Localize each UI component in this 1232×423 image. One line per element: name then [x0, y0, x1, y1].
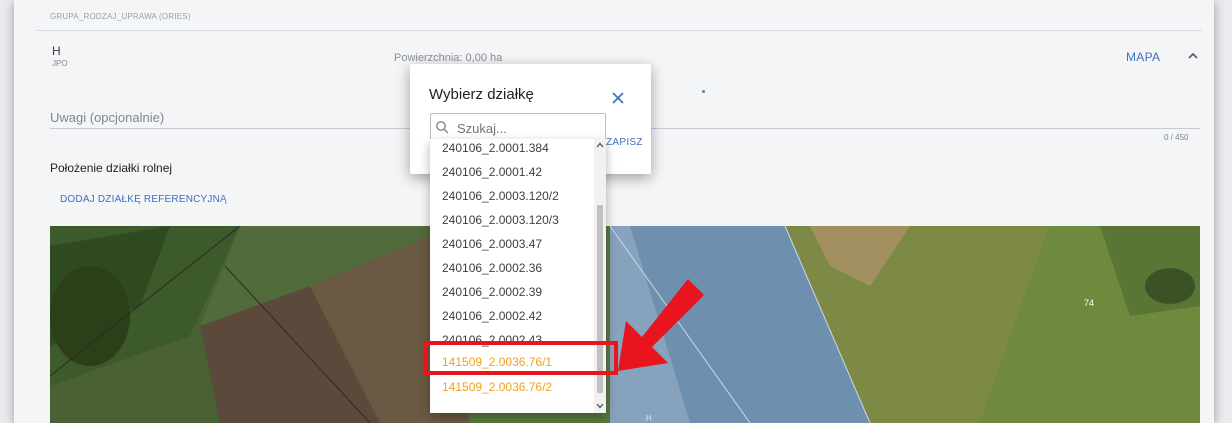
notes-field[interactable]: Uwagi (opcjonalnie) — [50, 110, 164, 125]
parcel-search[interactable] — [430, 113, 606, 141]
item-letter: H — [52, 44, 61, 58]
list-item[interactable]: 240106_2.0003.120/2 — [442, 185, 559, 207]
map-button[interactable]: MAPA — [1126, 50, 1160, 64]
list-item[interactable]: 240106_2.0002.39 — [442, 281, 542, 303]
search-input[interactable] — [455, 117, 604, 139]
divider — [36, 30, 1202, 31]
list-item[interactable]: 240106_2.0003.47 — [442, 233, 542, 255]
close-icon[interactable] — [610, 90, 626, 106]
search-icon — [436, 121, 449, 134]
chevron-up-icon[interactable] — [596, 141, 604, 149]
map-parcel-label: 74 — [1084, 298, 1095, 308]
area-text: Powierzchnia: 0,00 ha — [394, 52, 503, 64]
crop-group-label: GRUPA_RODZAJ_UPRAWA (ORIES) — [50, 12, 191, 21]
annotation-highlight-box — [423, 341, 618, 375]
dialog-title: Wybierz działkę — [429, 86, 534, 103]
map-parcel-label: H — [646, 414, 652, 423]
notes-counter: 0 / 450 — [1164, 133, 1189, 142]
section-title: Położenie działki rolnej — [50, 161, 173, 175]
chevron-down-icon[interactable] — [596, 402, 604, 410]
list-item[interactable]: 240106_2.0001.42 — [442, 161, 542, 183]
save-button[interactable]: ZAPISZ — [606, 137, 643, 148]
annotation-arrow-icon — [618, 279, 704, 371]
chevron-up-icon[interactable] — [1186, 49, 1200, 63]
dot-marker — [702, 90, 705, 93]
add-reference-parcel-button[interactable]: DODAJ DZIAŁKĘ REFERENCYJNĄ — [60, 194, 227, 205]
item-sub-label: JPO — [52, 59, 68, 68]
list-item[interactable]: 240106_2.0002.36 — [442, 257, 542, 279]
list-item[interactable]: 240106_2.0003.120/3 — [442, 209, 559, 231]
list-item[interactable]: 240106_2.0001.384 — [442, 139, 549, 159]
list-item-highlighted[interactable]: 141509_2.0036.76/2 — [442, 376, 552, 398]
list-item[interactable]: 240106_2.0002.42 — [442, 305, 542, 327]
